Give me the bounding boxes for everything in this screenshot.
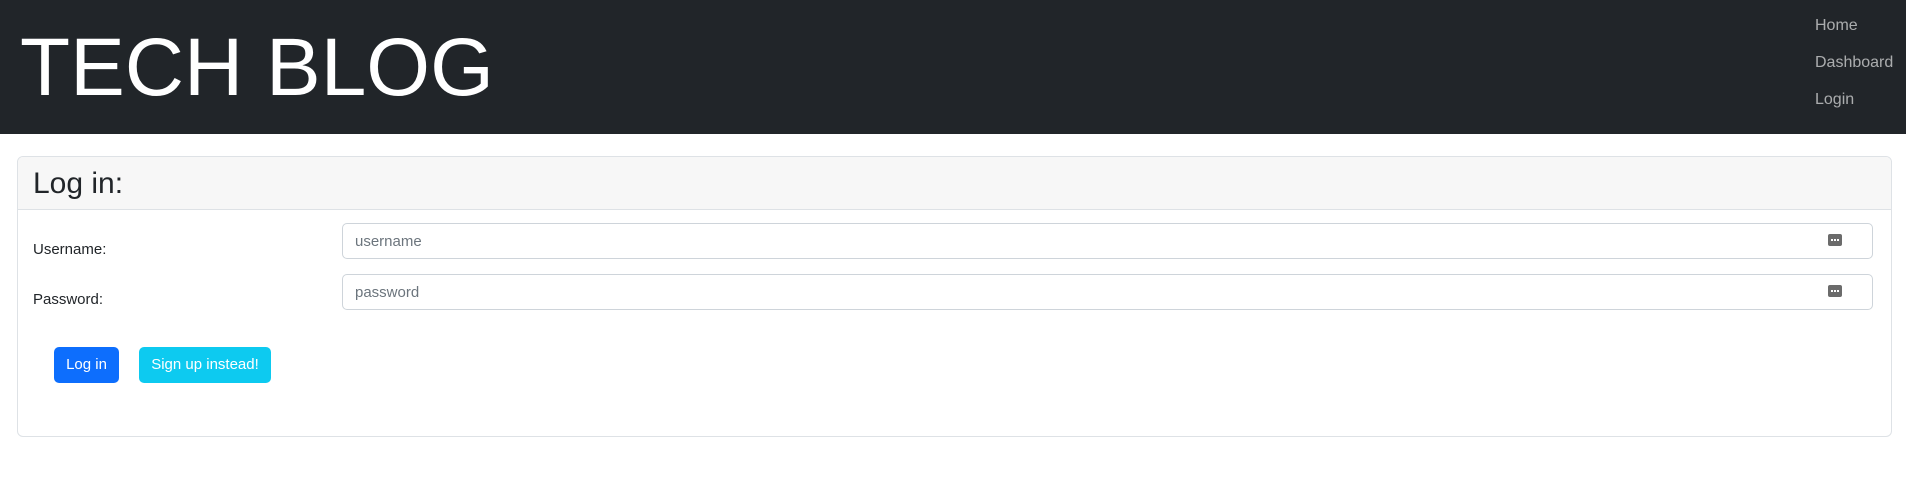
login-button[interactable]: Log in [54,347,119,383]
password-field [342,274,1873,310]
main-nav: Home Dashboard Login [1815,14,1906,125]
nav-link-login[interactable]: Login [1815,88,1906,125]
site-header: TECH BLOG Home Dashboard Login [0,0,1906,134]
password-manager-icon[interactable] [1828,234,1842,246]
login-card-header: Log in: [18,157,1891,210]
password-input[interactable] [343,275,1872,309]
nav-link-home[interactable]: Home [1815,14,1906,51]
signup-button[interactable]: Sign up instead! [139,347,271,383]
password-label: Password: [33,291,104,308]
username-field [342,223,1873,259]
username-label: Username: [33,241,107,258]
login-card-title: Log in: [33,167,124,200]
username-input[interactable] [343,224,1872,258]
nav-link-dashboard[interactable]: Dashboard [1815,51,1906,88]
password-manager-icon[interactable] [1828,285,1842,297]
site-title: TECH BLOG [20,22,494,113]
